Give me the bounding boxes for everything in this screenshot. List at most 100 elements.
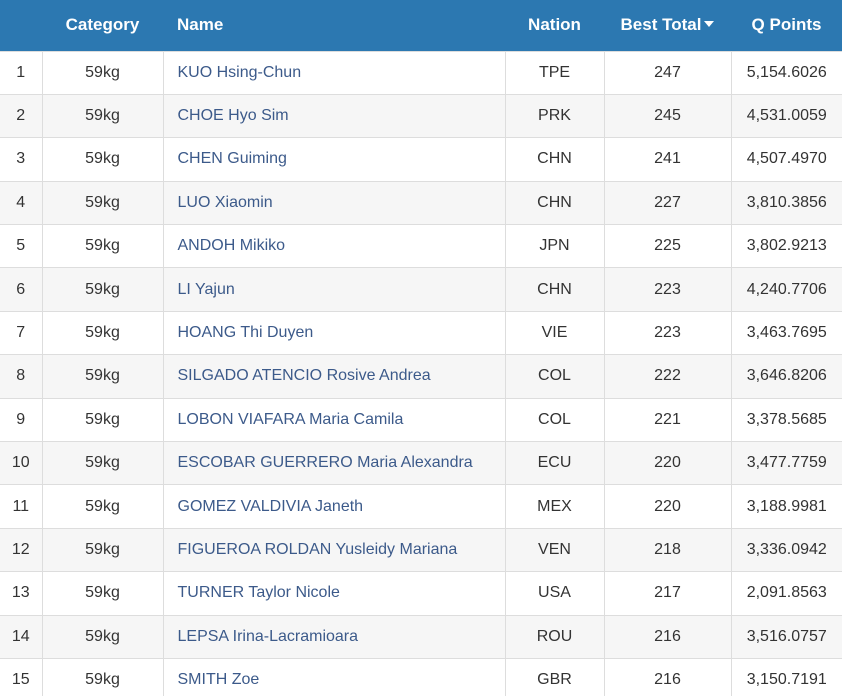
rank-cell: 9 — [0, 397, 42, 442]
q-points-cell: 5,154.6026 — [730, 50, 842, 95]
rank-cell: 12 — [0, 527, 42, 572]
nation-cell: COL — [504, 354, 604, 399]
category-cell: 59kg — [41, 614, 163, 659]
name-header-label: Name — [177, 15, 224, 35]
athlete-name-link[interactable]: LEPSA Irina-Lacramioara — [162, 614, 505, 659]
q-points-cell: 3,646.8206 — [730, 354, 842, 399]
table-row: 5 59kg ANDOH Mikiko JPN 225 3,802.9213 — [0, 224, 842, 268]
q-points-cell: 3,150.7191 — [730, 657, 842, 696]
athlete-name-link[interactable]: LOBON VIAFARA Maria Camila — [162, 397, 505, 442]
nation-cell: ROU — [504, 614, 604, 659]
best-total-cell: 227 — [603, 180, 731, 225]
category-cell: 59kg — [41, 441, 163, 485]
rank-cell: 1 — [0, 50, 42, 95]
nation-cell: MEX — [504, 484, 604, 529]
best-total-cell: 220 — [603, 441, 731, 485]
rank-cell: 10 — [0, 441, 42, 485]
athlete-name-link[interactable]: LUO Xiaomin — [162, 180, 505, 225]
table-row: 10 59kg ESCOBAR GUERRERO Maria Alexandra EC… — [0, 441, 842, 485]
best-total-cell: 223 — [603, 310, 731, 355]
category-cell: 59kg — [41, 93, 163, 138]
nation-cell: TPE — [504, 50, 604, 95]
rank-column-header — [0, 0, 42, 51]
q-points-cell: 3,516.0757 — [730, 614, 842, 659]
q-points-column-header[interactable]: Q Points — [731, 0, 842, 51]
q-points-cell: 3,463.7695 — [730, 310, 842, 355]
table-row: 15 59kg SMITH Zoe GBR 216 3,150.7191 — [0, 657, 842, 696]
best-total-cell: 216 — [603, 657, 731, 696]
athlete-name-link[interactable]: CHOE Hyo Sim — [162, 93, 505, 138]
q-points-cell: 3,477.7759 — [730, 441, 842, 485]
best-total-header-label: Best Total — [620, 15, 702, 35]
q-points-cell: 3,188.9981 — [730, 484, 842, 529]
nation-column-header[interactable]: Nation — [505, 0, 604, 51]
category-cell: 59kg — [41, 571, 163, 616]
table-row: 8 59kg SILGADO ATENCIO Rosive Andrea COL 222… — [0, 354, 842, 399]
best-total-cell: 217 — [603, 571, 731, 616]
athlete-name-link[interactable]: FIGUEROA ROLDAN Yusleidy Mariana — [162, 527, 505, 572]
table-row: 11 59kg GOMEZ VALDIVIA Janeth MEX 220 3,188.9… — [0, 484, 842, 529]
nation-cell: JPN — [504, 224, 604, 268]
nation-cell: PRK — [504, 93, 604, 138]
table-header-row: Category Name Nation Best Total Q Points — [0, 0, 842, 51]
rank-cell: 4 — [0, 180, 42, 225]
athlete-name-link[interactable]: KUO Hsing-Chun — [162, 50, 505, 95]
q-points-header-label: Q Points — [751, 15, 822, 35]
athlete-name-link[interactable]: CHEN Guiming — [162, 137, 505, 182]
athlete-name-link[interactable]: SILGADO ATENCIO Rosive Andrea — [162, 354, 505, 399]
rank-cell: 8 — [0, 354, 42, 399]
athlete-name-link[interactable]: ESCOBAR GUERRERO Maria Alexandra — [162, 441, 505, 485]
best-total-cell: 225 — [603, 224, 731, 268]
q-points-cell: 4,240.7706 — [730, 267, 842, 312]
caret-down-icon — [704, 20, 715, 27]
rankings-table: Category Name Nation Best Total Q Points… — [0, 0, 842, 696]
nation-cell: USA — [504, 571, 604, 616]
q-points-cell: 4,531.0059 — [730, 93, 842, 138]
category-column-header[interactable]: Category — [42, 0, 163, 51]
nation-cell: CHN — [504, 137, 604, 182]
category-cell: 59kg — [41, 310, 163, 355]
category-cell: 59kg — [41, 180, 163, 225]
q-points-cell: 3,810.3856 — [730, 180, 842, 225]
table-row: 4 59kg LUO Xiaomin CHN 227 3,810.3856 — [0, 180, 842, 225]
rank-cell: 7 — [0, 310, 42, 355]
rank-cell: 5 — [0, 224, 42, 268]
rank-cell: 2 — [0, 93, 42, 138]
rank-cell: 13 — [0, 571, 42, 616]
nation-cell: COL — [504, 397, 604, 442]
rank-cell: 3 — [0, 137, 42, 182]
table-row: 7 59kg HOANG Thi Duyen VIE 223 3,463.7695 — [0, 310, 842, 355]
q-points-cell: 3,802.9213 — [730, 224, 842, 268]
nation-cell: VEN — [504, 527, 604, 572]
category-cell: 59kg — [41, 527, 163, 572]
nation-cell: CHN — [504, 180, 604, 225]
best-total-cell: 245 — [603, 93, 731, 138]
rank-cell: 11 — [0, 484, 42, 529]
athlete-name-link[interactable]: ANDOH Mikiko — [162, 224, 505, 268]
best-total-column-header[interactable]: Best Total — [604, 0, 731, 51]
nation-cell: CHN — [504, 267, 604, 312]
q-points-cell: 3,378.5685 — [730, 397, 842, 442]
nation-header-label: Nation — [528, 15, 581, 35]
name-column-header[interactable]: Name — [163, 0, 505, 51]
best-total-cell: 220 — [603, 484, 731, 529]
table-body: 1 59kg KUO Hsing-Chun TPE 247 5,154.6026 2 59kg… — [0, 50, 842, 696]
athlete-name-link[interactable]: HOANG Thi Duyen — [162, 310, 505, 355]
best-total-cell: 247 — [603, 50, 731, 95]
category-cell: 59kg — [41, 397, 163, 442]
table-row: 14 59kg LEPSA Irina-Lacramioara ROU 216 3,516… — [0, 614, 842, 659]
athlete-name-link[interactable]: SMITH Zoe — [162, 657, 505, 696]
athlete-name-link[interactable]: LI Yajun — [162, 267, 505, 312]
best-total-cell: 223 — [603, 267, 731, 312]
table-row: 2 59kg CHOE Hyo Sim PRK 245 4,531.0059 — [0, 93, 842, 138]
table-row: 3 59kg CHEN Guiming CHN 241 4,507.4970 — [0, 137, 842, 182]
category-cell: 59kg — [41, 137, 163, 182]
best-total-cell: 241 — [603, 137, 731, 182]
best-total-cell: 221 — [603, 397, 731, 442]
athlete-name-link[interactable]: GOMEZ VALDIVIA Janeth — [162, 484, 505, 529]
best-total-cell: 222 — [603, 354, 731, 399]
athlete-name-link[interactable]: TURNER Taylor Nicole — [162, 571, 505, 616]
category-cell: 59kg — [41, 50, 163, 95]
table-row: 13 59kg TURNER Taylor Nicole USA 217 2,091.85… — [0, 571, 842, 616]
rank-cell: 6 — [0, 267, 42, 312]
